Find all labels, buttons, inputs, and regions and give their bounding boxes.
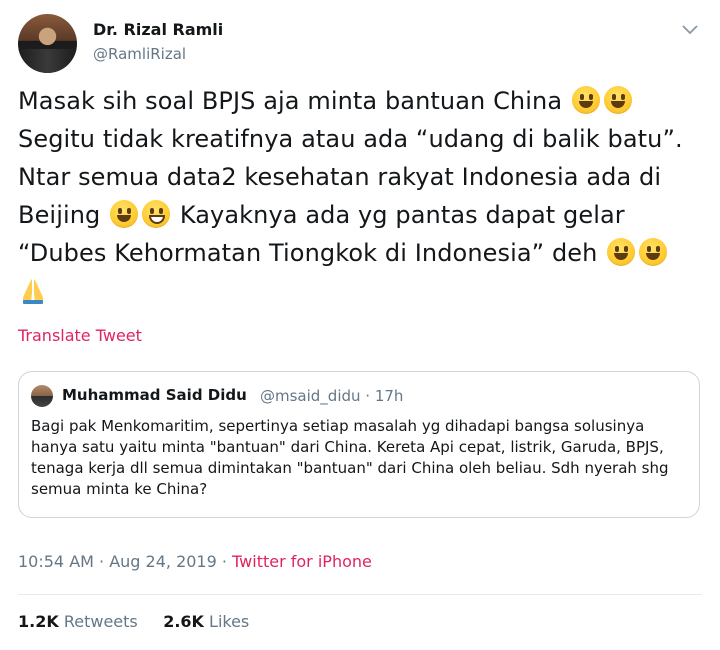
translate-tweet-link[interactable]: Translate Tweet (18, 326, 142, 345)
retweets-stat[interactable]: 1.2K Retweets (18, 612, 138, 631)
tweet-line-3: Ntar semua data2 kesehatan rakyat Indone… (18, 163, 662, 191)
smiley-emoji-icon (603, 86, 632, 114)
tweet-line-4a: Beijing (18, 201, 109, 229)
tweet-stats: 1.2K Retweets 2.6K Likes (18, 612, 249, 631)
quoted-author-avatar (31, 385, 53, 407)
smiley-emoji-icon (571, 86, 600, 114)
retweets-count: 1.2K (18, 612, 59, 631)
tweet-line-5: “Dubes Kehormatan Tiongkok di Indonesia”… (18, 239, 606, 267)
author-handle[interactable]: @RamliRizal (93, 45, 186, 63)
author-avatar[interactable] (18, 14, 77, 73)
likes-count: 2.6K (163, 612, 204, 631)
chevron-down-icon[interactable] (678, 18, 702, 42)
smiley-emoji-icon (607, 238, 636, 266)
tweet-text: Masak sih soal BPJS aja minta bantuan Ch… (18, 82, 708, 310)
tweet-line-4b: Kayaknya ada yg pantas dapat gelar (172, 201, 625, 229)
quoted-author-name: Muhammad Said Didu (62, 386, 247, 404)
tweet-line-1: Masak sih soal BPJS aja minta bantuan Ch… (18, 87, 570, 115)
tweet-timestamp[interactable]: 10:54 AM · Aug 24, 2019 · (18, 552, 232, 571)
tweet-line-2: Segitu tidak kreatifnya atau ada “udang … (18, 125, 683, 153)
quoted-tweet-text: Bagi pak Menkomaritim, sepertinya setiap… (31, 417, 669, 498)
likes-label: Likes (209, 612, 250, 631)
retweets-label: Retweets (63, 612, 138, 631)
smiley-emoji-icon (639, 238, 668, 266)
quoted-author-handle: @msaid_didu · 17h (260, 387, 404, 405)
grin-emoji-icon (142, 200, 171, 228)
likes-stat[interactable]: 2.6K Likes (163, 612, 249, 631)
folded-hands-icon (18, 275, 48, 305)
divider (18, 594, 702, 595)
smiley-emoji-icon (110, 200, 139, 228)
author-name[interactable]: Dr. Rizal Ramli (93, 20, 223, 39)
quoted-tweet[interactable]: Muhammad Said Didu @msaid_didu · 17h Bag… (18, 371, 700, 518)
tweet-meta: 10:54 AM · Aug 24, 2019 · Twitter for iP… (18, 552, 372, 571)
tweet-source-link[interactable]: Twitter for iPhone (232, 552, 372, 571)
